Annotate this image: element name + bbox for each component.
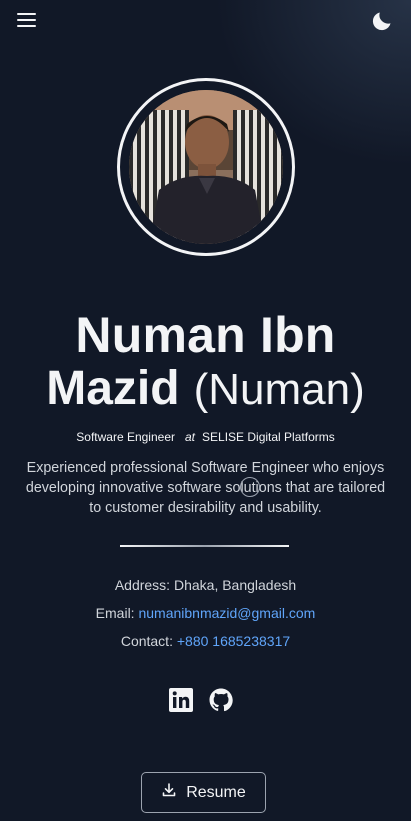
resume-label: Resume [186, 783, 246, 801]
bio-text: Experienced professional Software Engine… [25, 460, 386, 516]
nickname: (Numan) [193, 365, 365, 414]
name-first: Numan Ibn [75, 307, 336, 363]
email-row: Email: numanibnmazid@gmail.com [0, 605, 411, 621]
divider [120, 545, 289, 547]
cursor-indicator [240, 477, 260, 497]
download-icon [161, 782, 177, 803]
job-title: Software Engineer at SELISE Digital Platfo… [0, 430, 411, 444]
avatar-photo [129, 90, 283, 244]
role-at: at [185, 430, 196, 444]
avatar [117, 78, 295, 256]
top-bar [0, 0, 411, 42]
address-value: Dhaka, Bangladesh [173, 577, 297, 593]
resume-button[interactable]: Resume [141, 772, 266, 813]
address-row: Address: Dhaka, Bangladesh [0, 577, 411, 593]
email-label: Email: [95, 605, 135, 621]
role-title: Software Engineer [76, 430, 175, 444]
contact-row: Contact: +880 1685238317 [0, 633, 411, 649]
phone-link[interactable]: +880 1685238317 [177, 633, 290, 649]
address-label: Address: [114, 577, 171, 593]
name-last: Mazid [46, 362, 180, 415]
email-link[interactable]: numanibnmazid@gmail.com [138, 605, 315, 621]
name-line-2: Mazid (Numan) [0, 362, 411, 426]
company-name: SELISE Digital Platforms [202, 430, 335, 444]
github-icon[interactable] [209, 688, 233, 712]
moon-icon[interactable] [370, 9, 394, 33]
profile-name: Numan Ibn Mazid (Numan) [0, 309, 411, 426]
hamburger-menu-icon[interactable] [17, 12, 37, 28]
contact-label: Contact: [120, 633, 173, 649]
linkedin-icon[interactable] [169, 688, 193, 712]
